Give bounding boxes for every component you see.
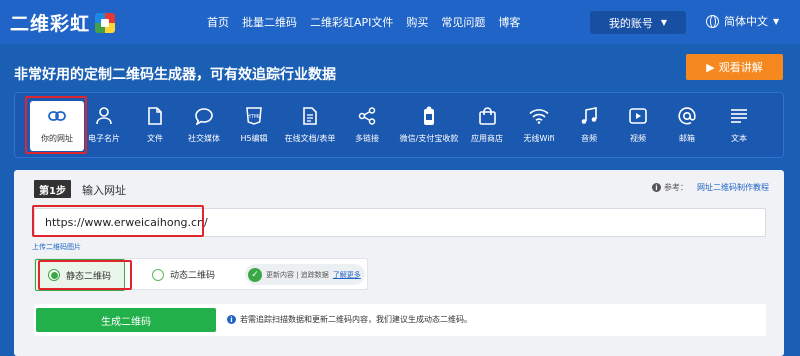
type-email[interactable]: 邮箱	[660, 101, 714, 151]
static-highlight	[38, 260, 132, 290]
chevron-down-icon: ▼	[773, 16, 780, 26]
nav-buy[interactable]: 购买	[406, 14, 428, 30]
type-label: 邮箱	[679, 134, 695, 143]
radio-unselected-icon	[152, 268, 164, 281]
share-icon	[358, 105, 376, 127]
qr-type-bar: 你的网址 电子名片 文件 社交媒体 HTML H5编辑 在线文档/表单 多链接 …	[14, 92, 784, 158]
generate-hint: i 若需追踪扫描数据和更新二维码内容，我们建议生成动态二维码。	[227, 314, 472, 325]
type-label: 社交媒体	[188, 134, 220, 143]
globe-icon	[706, 14, 719, 28]
feature-text: 更新内容 | 追踪数据	[266, 270, 329, 279]
type-multi-link[interactable]: 多链接	[340, 101, 394, 151]
video-play-icon	[629, 105, 647, 127]
brand-name: 二维彩虹	[10, 13, 91, 35]
type-label: 多链接	[355, 134, 379, 143]
rainbow-logo-icon	[95, 12, 116, 33]
dynamic-qr-option[interactable]: 动态二维码	[152, 268, 215, 281]
document-icon	[303, 105, 317, 127]
play-icon: ▶	[706, 60, 715, 74]
language-label: 简体中文	[724, 15, 768, 28]
main-nav: 首页 批量二维码 二维彩虹API文件 购买 常见问题 博客	[207, 14, 520, 30]
type-label: 视频	[630, 134, 646, 143]
type-label: 无线Wifi	[523, 134, 555, 143]
type-label: 音频	[581, 134, 597, 143]
watch-tutorial-button[interactable]: ▶ 观看讲解	[686, 54, 783, 80]
generate-bar: 生成二维码 i 若需追踪扫描数据和更新二维码内容，我们建议生成动态二维码。	[34, 304, 766, 336]
reference-note: i 参考： 网址二维码制作教程	[652, 182, 769, 193]
wifi-icon	[529, 105, 549, 127]
type-file[interactable]: 文件	[128, 101, 182, 151]
chevron-down-icon: ▼	[660, 18, 668, 27]
tutorial-link[interactable]: 网址二维码制作教程	[697, 182, 769, 193]
type-text[interactable]: 文本	[712, 101, 766, 151]
account-button[interactable]: 我的账号 ▼	[590, 11, 686, 34]
type-audio[interactable]: 音频	[562, 101, 616, 151]
page-headline: 非常好用的定制二维码生成器，可有效追踪行业数据	[14, 67, 336, 83]
type-label: 微信/支付宝收款	[399, 134, 459, 143]
type-label: 应用商店	[471, 134, 503, 143]
nav-api-docs[interactable]: 二维彩虹API文件	[310, 14, 393, 30]
upload-qr-image-link[interactable]: 上传二维码图片	[32, 242, 81, 252]
generate-hint-text: 若需追踪扫描数据和更新二维码内容，我们建议生成动态二维码。	[240, 315, 472, 324]
account-label: 我的账号	[608, 16, 653, 30]
brand-logo[interactable]: 二维彩虹	[10, 9, 116, 36]
type-label: 文本	[731, 134, 747, 143]
info-icon: i	[227, 315, 236, 324]
svg-text:HTML: HTML	[247, 114, 261, 120]
type-social[interactable]: 社交媒体	[177, 101, 231, 151]
step-badge: 第1步	[34, 180, 71, 198]
type-video[interactable]: 视频	[611, 101, 665, 151]
top-nav: 二维彩虹 首页 批量二维码 二维彩虹API文件 购买 常见问题 博客 我的账号 …	[0, 0, 800, 44]
html-icon: HTML	[246, 105, 262, 127]
payment-icon	[422, 105, 436, 127]
type-online-doc[interactable]: 在线文档/表单	[283, 101, 337, 151]
person-icon	[96, 105, 112, 127]
at-sign-icon	[678, 105, 696, 127]
text-lines-icon	[730, 105, 748, 127]
nav-faq[interactable]: 常见问题	[441, 14, 485, 30]
language-selector[interactable]: 简体中文 ▼	[706, 13, 779, 29]
check-icon: ✓	[248, 267, 262, 282]
music-note-icon	[581, 105, 597, 127]
shopping-bag-icon	[478, 105, 496, 127]
type-app-store[interactable]: 应用商店	[460, 101, 514, 151]
watch-label: 观看讲解	[718, 61, 763, 74]
type-payment[interactable]: 微信/支付宝收款	[399, 101, 459, 151]
info-icon: i	[652, 183, 661, 192]
learn-more-link[interactable]: 了解更多	[333, 270, 361, 280]
url-highlight	[32, 205, 204, 237]
type-wifi[interactable]: 无线Wifi	[512, 101, 566, 151]
type-label: H5编辑	[240, 134, 268, 143]
type-label: 文件	[147, 134, 163, 143]
dynamic-feature-pill: ✓ 更新内容 | 追踪数据 了解更多	[245, 264, 365, 285]
generate-qr-button[interactable]: 生成二维码	[36, 308, 216, 332]
chat-bubble-icon	[195, 105, 213, 127]
type-label: 电子名片	[88, 134, 120, 143]
selection-highlight	[25, 96, 87, 154]
reference-prefix: 参考：	[664, 183, 688, 192]
step-title: 输入网址	[82, 184, 126, 197]
dynamic-qr-label: 动态二维码	[170, 271, 216, 281]
nav-blog[interactable]: 博客	[498, 14, 520, 30]
type-label: 在线文档/表单	[284, 134, 336, 143]
nav-batch-qr[interactable]: 批量二维码	[242, 14, 297, 30]
type-h5[interactable]: HTML H5编辑	[227, 101, 281, 151]
step-panel: 第1步 输入网址 i 参考： 网址二维码制作教程 上传二维码图片 静态二维码 动…	[14, 170, 784, 356]
nav-home[interactable]: 首页	[207, 14, 229, 30]
file-icon	[148, 105, 162, 127]
